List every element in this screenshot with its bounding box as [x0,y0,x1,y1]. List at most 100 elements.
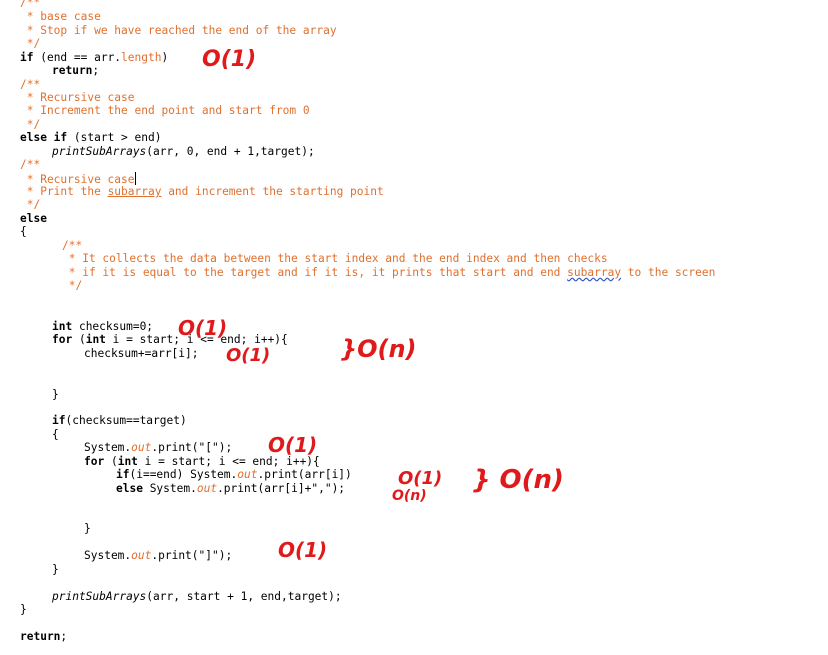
code-text: } [20,603,27,616]
comment-text: */ [20,37,41,50]
keyword: for [52,333,73,346]
keyword: int [117,455,138,468]
code-line: * Print the subarray and increment the s… [20,185,384,199]
field-name: length [121,51,162,64]
keyword: else if [20,131,68,144]
code-text: } [52,388,59,401]
code-line: * if it is equal to the target and if it… [62,266,716,280]
field-name: out [237,468,258,481]
code-line: if (end == arr.length) [20,51,168,65]
code-text: .print("]"); [151,549,233,562]
code-text: (arr, start + 1, end,target); [146,590,342,603]
code-text: checksum=0; [72,320,154,333]
keyword: else [20,212,47,225]
code-line: System.out.print("]"); [84,549,232,563]
keyword: int [85,333,106,346]
code-text: System. [84,549,132,562]
method-call: printSubArrays [52,145,147,158]
code-line: if(i==end) System.out.print(arr[i]) [116,468,352,482]
field-name: out [131,441,152,454]
code-line: * Recursive case [20,172,136,186]
code-line: } [52,563,59,577]
comment-text: /** [20,0,41,9]
code-text: (end == arr. [33,51,122,64]
keyword: if [116,468,130,481]
code-line: System.out.print("["); [84,441,232,455]
comment-text: */ [20,198,41,211]
code-line: else if (start > end) [20,131,161,145]
code-text: .print(arr[i]+","); [217,482,346,495]
comment-text: subarray [107,185,162,198]
code-line: { [52,428,59,442]
comment-text: * Increment the end point and start from… [20,104,310,117]
code-text: ) [161,51,169,64]
code-line: else System.out.print(arr[i]+","); [116,482,345,496]
code-line: * Stop if we have reached the end of the… [20,24,337,38]
code-text: System. [142,482,197,495]
comment-text: * if it is equal to the target and if it… [62,266,568,279]
code-line: /** [20,0,40,10]
comment-text: * Recursive case [20,91,135,104]
code-line: * base case [20,10,101,24]
code-text: checksum+=arr[i]; [84,347,199,360]
code-text: { [52,428,59,441]
keyword: for [84,455,105,468]
method-call: printSubArrays [52,590,147,603]
keyword: return [20,630,61,643]
comment-text: /** [62,239,83,252]
code-line: /** [62,239,82,253]
code-line: printSubArrays(arr, start + 1, end,targe… [52,590,342,604]
code-text: (arr, 0, end + 1,target); [146,145,315,158]
code-text: System. [84,441,132,454]
code-line: checksum+=arr[i]; [84,347,199,361]
comment-text: * Stop if we have reached the end of the… [20,24,337,37]
code-line: /** [20,158,40,172]
code-line: * Increment the end point and start from… [20,104,310,118]
comment-text: * base case [20,10,101,23]
code-text: (i==end) System. [129,468,238,481]
comment-text: /** [20,158,41,171]
code-line: } [84,522,91,536]
keyword: else [116,482,143,495]
comment-text: */ [20,118,41,131]
comment-text: and increment the starting point [161,185,384,198]
code-line: */ [20,37,40,51]
comment-text: */ [62,279,83,292]
code-line: for (int i = start; i <= end; i++){ [52,333,288,347]
keyword: if [52,414,66,427]
keyword: if [20,51,34,64]
code-line: if(checksum==target) [52,414,187,428]
code-line: return; [20,630,67,644]
code-line: */ [62,279,82,293]
code-line: else [20,212,47,226]
code-line: * Recursive case [20,91,135,105]
keyword: int [52,320,73,333]
text-cursor [134,172,136,185]
code-line: int checksum=0; [52,320,153,334]
code-text: i = start; i <= end; i++){ [137,455,320,468]
code-line: return; [52,64,99,78]
code-text: { [20,225,27,238]
code-text: ; [92,64,100,77]
code-line: } [52,388,59,402]
comment-text: to the screen [621,266,716,279]
code-text: ; [60,630,68,643]
code-editor[interactable]: /** * base case * Stop if we have reache… [0,0,828,655]
code-text: } [84,522,91,535]
field-name: out [131,549,152,562]
code-line: for (int i = start; i <= end; i++){ [84,455,320,469]
comment-text: * It collects the data between the start… [62,252,608,265]
field-name: out [196,482,218,495]
code-line: * It collects the data between the start… [62,252,608,266]
code-text: i = start; i <= end; i++){ [105,333,288,346]
comment-text: * Print the [20,185,108,198]
code-line: /** [20,78,40,92]
code-text: ( [104,455,118,468]
code-text: (start > end) [67,131,162,144]
code-text: (checksum==target) [65,414,187,427]
comment-text: /** [20,78,41,91]
comment-text: subarray [567,266,622,279]
code-line: */ [20,118,40,132]
code-line: { [20,225,27,239]
keyword: return [52,64,93,77]
